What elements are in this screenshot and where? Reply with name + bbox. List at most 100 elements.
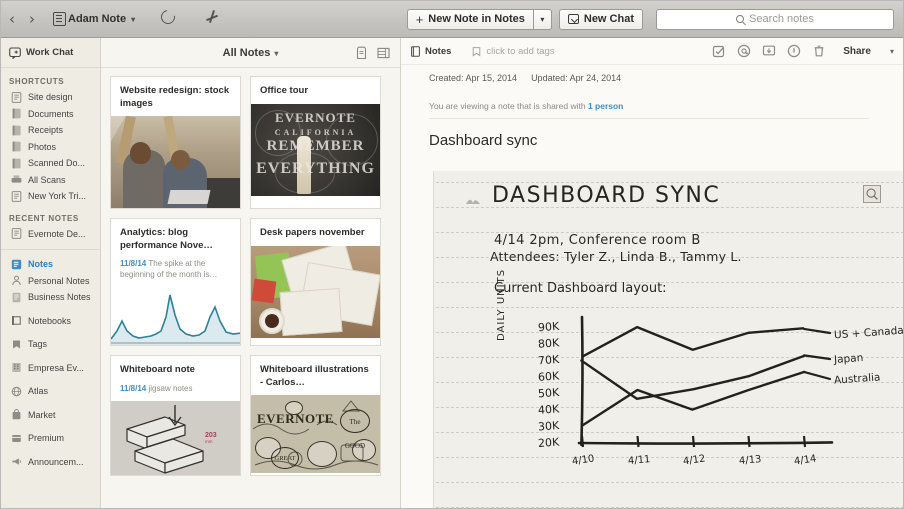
- svg-text:80K: 80K: [538, 336, 561, 351]
- note-card[interactable]: Office tour EVERNOTE CALIFORNIA REMEMBER…: [250, 76, 381, 209]
- sidebar-item-announcements[interactable]: Announcem...: [1, 454, 100, 471]
- sidebar-item-label: New York Tri...: [28, 191, 86, 201]
- sidebar-item-label: Announcem...: [28, 457, 84, 467]
- note-created-date: Created: Apr 15, 2014: [429, 73, 517, 83]
- note-list-panel: All Notes ▾ Website redesign: stock image…: [101, 38, 401, 508]
- svg-text:70K: 70K: [538, 353, 561, 368]
- shortcuts-list: Site design Documents Receipts Photos Sc…: [1, 89, 100, 205]
- note-list-filter[interactable]: All Notes ▾: [223, 47, 279, 59]
- note-card[interactable]: Whiteboard note 11/8/14 jigsaw notes 203…: [110, 355, 241, 476]
- sidebar-item-label: Receipts: [28, 125, 63, 135]
- top-toolbar: ‹ › Adam Note ▾ + New Note in Notes ▾ Ne…: [1, 1, 903, 38]
- search-input[interactable]: Search notes: [656, 9, 894, 30]
- note-shared-text: You are viewing a note that is shared wi…: [429, 101, 588, 111]
- back-button[interactable]: ‹: [9, 12, 15, 27]
- note-icon: [11, 191, 22, 202]
- sidebar: Work Chat SHORTCUTS Site design Document…: [1, 38, 101, 508]
- globe-icon: [11, 386, 22, 397]
- note-icon: [11, 92, 22, 103]
- notebook-icon: [11, 125, 22, 136]
- tag-icon: [471, 46, 482, 57]
- sidebar-item-market[interactable]: Market: [1, 407, 100, 424]
- sidebar-item-photos[interactable]: Photos: [1, 139, 100, 156]
- image-corner-marker: [863, 185, 881, 203]
- share-button[interactable]: Share: [843, 46, 871, 57]
- note-card[interactable]: Desk papers november: [250, 218, 381, 346]
- new-note-button[interactable]: + New Note in Notes: [407, 9, 534, 30]
- sidebar-item-notes[interactable]: Notes: [1, 256, 100, 273]
- sidebar-item-receipts[interactable]: Receipts: [1, 122, 100, 139]
- chart-x-tick-1: 4/11: [627, 454, 650, 467]
- new-note-label: New Note in Notes: [428, 13, 525, 25]
- notebook-icon: [11, 108, 22, 119]
- sidebar-item-label: Personal Notes: [28, 276, 90, 286]
- skitch-icon: [205, 10, 219, 24]
- note-title[interactable]: Dashboard sync: [429, 132, 903, 149]
- info-icon[interactable]: [787, 44, 801, 58]
- sidebar-item-tags[interactable]: Tags: [1, 336, 100, 353]
- chart-x-tick-3: 4/13: [738, 454, 761, 467]
- reminder-icon[interactable]: [712, 44, 726, 58]
- sidebar-item-label: Empresa Ev...: [28, 363, 84, 373]
- card-view-icon[interactable]: [377, 46, 390, 60]
- note-card-thumbnail: 203 mm: [111, 401, 240, 475]
- sidebar-item-personal-notes[interactable]: Personal Notes: [1, 273, 100, 290]
- building-icon: [11, 362, 22, 373]
- trash-icon[interactable]: [812, 44, 826, 58]
- search-placeholder: Search notes: [749, 13, 814, 25]
- forward-button[interactable]: ›: [29, 12, 35, 27]
- megaphone-icon: [11, 456, 22, 467]
- note-card[interactable]: Whiteboard illustrations - Carlos… EVERN…: [250, 355, 381, 476]
- sidebar-item-business-notes[interactable]: Business Notes: [1, 289, 100, 306]
- sidebar-item-label: Notes: [28, 259, 53, 269]
- sidebar-item-atlas[interactable]: Atlas: [1, 383, 100, 400]
- note-tool-icons: Share ▾: [712, 44, 894, 58]
- sidebar-item-new-york-trip[interactable]: New York Tri...: [1, 188, 100, 205]
- note-icon: [11, 228, 22, 239]
- account-switcher[interactable]: Adam Note ▾: [53, 12, 135, 26]
- sidebar-item-site-design[interactable]: Site design: [1, 89, 100, 106]
- sidebar-item-label: Work Chat: [26, 47, 73, 58]
- note-card-title: Website redesign: stock images: [111, 77, 240, 116]
- note-list-view-toggles: [355, 46, 390, 60]
- scanner-icon: [11, 174, 22, 185]
- mention-icon[interactable]: [737, 44, 751, 58]
- note-card-thumbnail: EVERNOTE CALIFORNIA REMEMBER EVERYTHING: [251, 104, 380, 196]
- sidebar-item-empresa-evernote[interactable]: Empresa Ev...: [1, 360, 100, 377]
- sidebar-item-work-chat[interactable]: Work Chat: [1, 38, 100, 68]
- note-card[interactable]: Website redesign: stock images: [110, 76, 241, 209]
- sidebar-item-documents[interactable]: Documents: [1, 106, 100, 123]
- svg-text:90K: 90K: [538, 320, 561, 335]
- note-list-filter-label: All Notes: [223, 47, 271, 59]
- notebook-icon: [53, 12, 66, 26]
- new-chat-button[interactable]: New Chat: [559, 9, 643, 30]
- note-dates: Created: Apr 15, 2014 Updated: Apr 24, 2…: [401, 65, 903, 83]
- sidebar-item-notebooks[interactable]: Notebooks: [1, 313, 100, 330]
- sidebar-item-label: Atlas: [28, 386, 48, 396]
- svg-text:40K: 40K: [538, 402, 561, 417]
- new-note-dropdown[interactable]: ▾: [533, 9, 552, 30]
- note-card-date: 11/8/14: [120, 384, 146, 393]
- sidebar-item-all-scans[interactable]: All Scans: [1, 172, 100, 189]
- notebook-icon: [11, 158, 22, 169]
- note-updated-date: Updated: Apr 24, 2014: [531, 73, 621, 83]
- sidebar-item-label: Tags: [28, 339, 47, 349]
- sidebar-item-premium[interactable]: Premium: [1, 430, 100, 447]
- sync-button[interactable]: [161, 10, 179, 28]
- note-editor-toolbar: Notes click to add tags Share ▾: [401, 38, 903, 65]
- share-dropdown-chevron-down-icon[interactable]: ▾: [890, 47, 894, 56]
- sidebar-nav: Notes Personal Notes Business Notes Note…: [1, 256, 100, 470]
- note-shared-count-link[interactable]: 1 person: [588, 101, 623, 111]
- handwritten-line-3: Current Dashboard layout:: [494, 281, 667, 296]
- note-card-title: Whiteboard note: [111, 356, 240, 383]
- note-tags-field[interactable]: click to add tags: [471, 46, 554, 57]
- skitch-button[interactable]: [205, 10, 223, 28]
- sidebar-item-evernote-design[interactable]: Evernote De...: [1, 226, 100, 243]
- snippet-view-icon[interactable]: [355, 46, 368, 60]
- note-card[interactable]: Analytics: blog performance Nove… 11/8/1…: [110, 218, 241, 346]
- present-icon[interactable]: [762, 44, 776, 58]
- note-notebook-button[interactable]: Notes: [410, 46, 451, 57]
- sidebar-item-scanned-documents[interactable]: Scanned Do...: [1, 155, 100, 172]
- notebooks-icon: [11, 315, 22, 326]
- stamp-icon: [464, 193, 482, 205]
